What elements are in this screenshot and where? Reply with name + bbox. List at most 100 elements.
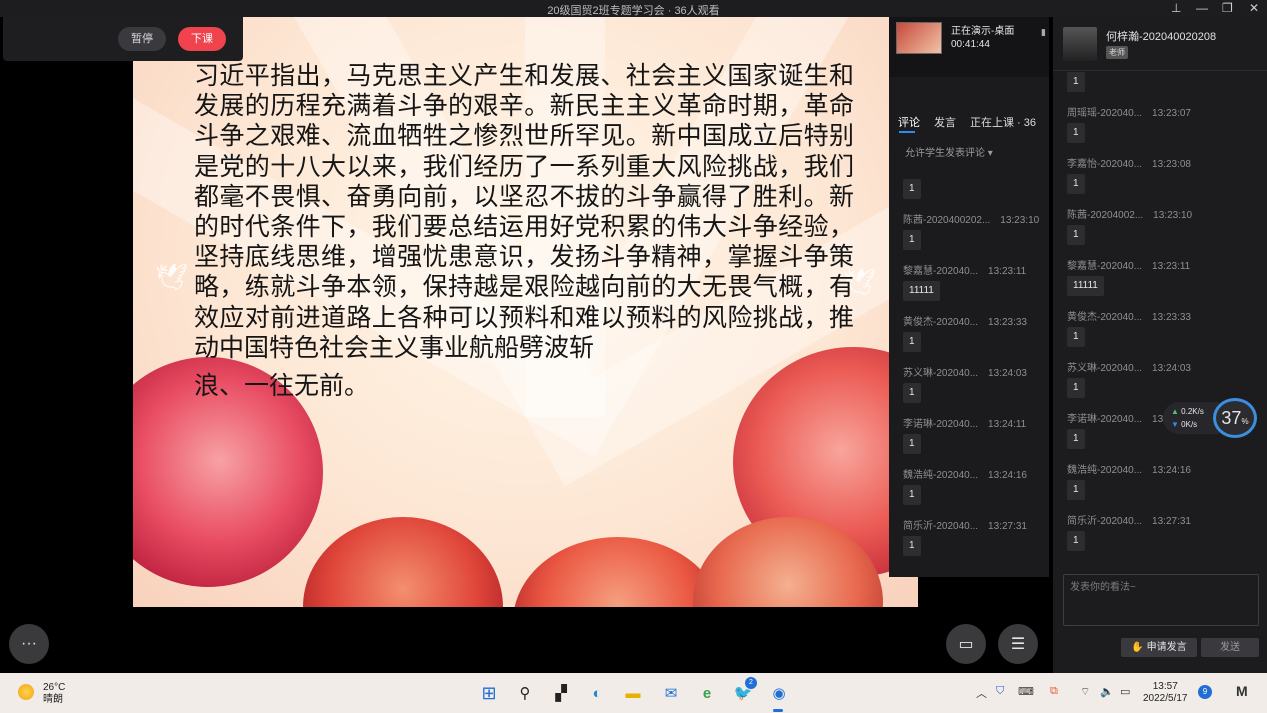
comment-time: 13:23:33 bbox=[988, 317, 1027, 328]
comment-time: 13:24:16 bbox=[988, 470, 1027, 481]
chevron-up-icon[interactable]: ︿ bbox=[976, 685, 987, 701]
file-explorer-icon[interactable]: ▬ bbox=[622, 682, 644, 704]
comment-author: 黎嘉慧-202040... bbox=[903, 266, 979, 277]
chat-author: 李嘉怡-202040... bbox=[1067, 159, 1143, 170]
class-control-bar: 暂停 下课 bbox=[3, 17, 243, 61]
restore-icon[interactable]: ❐ bbox=[1222, 1, 1233, 15]
desktop-thumbnail[interactable] bbox=[896, 22, 942, 54]
weather-condition: 晴朗 bbox=[43, 694, 63, 705]
raise-hand-button[interactable]: ✋ 申请发言 bbox=[1121, 638, 1197, 657]
more-options-button[interactable]: ··· bbox=[9, 624, 49, 664]
comment-message: 1 bbox=[903, 179, 921, 199]
download-arrow-icon: ▼ bbox=[1171, 420, 1179, 429]
teacher-badge: 老师 bbox=[1106, 46, 1128, 59]
upload-arrow-icon: ▲ bbox=[1171, 407, 1179, 416]
comment-message: 1 bbox=[903, 434, 921, 454]
close-icon[interactable]: ✕ bbox=[1249, 1, 1259, 15]
pause-button[interactable]: 暂停 bbox=[118, 27, 166, 51]
presentation-slide: 🕊 🕊 习近平指出，马克思主义产生和发展、社会主义国家诞生和发展的历程充满着斗争… bbox=[133, 17, 918, 607]
mail-icon[interactable]: ✉ bbox=[660, 682, 682, 704]
end-class-button[interactable]: 下课 bbox=[178, 27, 226, 51]
app-tray-icon[interactable]: ⧉ bbox=[1050, 685, 1058, 698]
allow-comments-dropdown[interactable]: 允许学生发表评论 ▾ bbox=[905, 144, 993, 159]
weather-widget[interactable]: 26°C 晴朗 bbox=[43, 682, 65, 706]
presenting-label: 正在演示-桌面 00:41:44 bbox=[951, 25, 1014, 51]
app-root: 20级国贸2班专题学习会 · 36人观看 ⊥ — ❐ ✕ 🕊 🕊 习近平指出，马… bbox=[0, 0, 1267, 713]
comment-author: 李诺琳-202040... bbox=[903, 419, 979, 430]
chat-message: 1 bbox=[1067, 531, 1085, 551]
view-settings-button[interactable]: ☰ bbox=[998, 624, 1038, 664]
chat-header: 苏义琳-202040... 13:24:03 bbox=[1067, 359, 1191, 374]
percent-sign: % bbox=[1241, 417, 1249, 426]
slide-paragraph: 习近平指出，马克思主义产生和发展、社会主义国家诞生和发展的历程充满着斗争的艰辛。… bbox=[194, 61, 854, 362]
teacher-avatar[interactable] bbox=[1063, 27, 1097, 61]
comment-message: 11111 bbox=[903, 281, 940, 301]
notification-badge[interactable]: 9 bbox=[1198, 685, 1212, 699]
system-clock[interactable]: 13:57 2022/5/17 bbox=[1143, 681, 1188, 705]
tab-comments[interactable]: 评论 bbox=[898, 114, 920, 130]
chat-author: 简乐沂-202040... bbox=[1067, 516, 1143, 527]
flower-bottom-left bbox=[303, 517, 503, 607]
windows-start-icon[interactable]: ⊞ bbox=[478, 682, 500, 704]
chat-header: 陈茜-20204002... 13:23:10 bbox=[1067, 206, 1192, 221]
battery-icon[interactable]: ▭ bbox=[1120, 685, 1130, 698]
chat-time: 13:23:07 bbox=[1152, 108, 1191, 119]
chat-header: 周瑶瑶-202040... 13:23:07 bbox=[1067, 104, 1191, 119]
flower-bottom-center bbox=[513, 537, 723, 607]
slide-text: 习近平指出，马克思主义产生和发展、社会主义国家诞生和发展的历程充满着斗争的艰辛。… bbox=[194, 61, 854, 401]
usage-percent: 37 bbox=[1221, 408, 1242, 428]
search-icon[interactable]: ⚲ bbox=[514, 682, 536, 704]
comment-time: 13:23:10 bbox=[1000, 215, 1040, 226]
edge-browser-icon[interactable]: ◐ bbox=[586, 682, 608, 704]
pin-icon[interactable]: ⊥ bbox=[1171, 1, 1181, 15]
chat-feed[interactable]: 1 周瑶瑶-202040... 13:23:07 1 李嘉怡-202040... 1… bbox=[1053, 71, 1267, 571]
raise-hand-label: 申请发言 bbox=[1146, 642, 1187, 653]
comment-header: 苏义琳-202040... 13:24:03 bbox=[903, 364, 1027, 379]
comment-author: 陈茜-2020400202... bbox=[903, 215, 991, 226]
wifi-icon[interactable]: ⌔ bbox=[1080, 685, 1090, 699]
chat-message: 1 bbox=[1067, 480, 1085, 500]
chat-message: 1 bbox=[1067, 174, 1085, 194]
network-speed-widget[interactable]: ▲ 0.2K/s ▼ 0K/s 37% bbox=[1163, 398, 1261, 438]
chat-time: 13:23:08 bbox=[1152, 159, 1191, 170]
volume-icon[interactable]: 🔈 bbox=[1100, 685, 1114, 698]
comment-author: 苏义琳-202040... bbox=[903, 368, 979, 379]
comment-message: 1 bbox=[903, 536, 921, 556]
comment-feed[interactable]: 1 陈茜-2020400202... 13:23:10 1 黎嘉慧-202040.… bbox=[889, 167, 1049, 577]
chat-header: 李嘉怡-202040... 13:23:08 bbox=[1067, 155, 1191, 170]
upload-speed: 0.2 bbox=[1181, 407, 1193, 416]
chat-author: 苏义琳-202040... bbox=[1067, 363, 1143, 374]
tab-speech[interactable]: 发言 bbox=[934, 114, 956, 130]
chat-time: 13 bbox=[1152, 414, 1164, 425]
logo-icon[interactable]: M bbox=[1236, 683, 1248, 699]
shield-icon[interactable]: ⛉ bbox=[996, 685, 1004, 698]
weather-sun-icon[interactable] bbox=[18, 684, 34, 700]
window-mode-button[interactable]: ▭ bbox=[946, 624, 986, 664]
chat-time: 13:27:31 bbox=[1152, 516, 1191, 527]
speed-readout: ▲ 0.2K/s ▼ 0K/s bbox=[1163, 402, 1219, 434]
chat-author: 李诺琳-202040... bbox=[1067, 414, 1143, 425]
classroom-app-icon[interactable]: ◉ bbox=[768, 682, 790, 704]
dove-icon: 🕊 bbox=[155, 262, 189, 292]
comment-message: 1 bbox=[903, 485, 921, 505]
chat-author: 魏浩纯-202040... bbox=[1067, 465, 1143, 476]
send-button[interactable]: 发送 bbox=[1201, 638, 1259, 657]
comment-time: 13:23:11 bbox=[988, 266, 1027, 277]
chat-time: 13:23:11 bbox=[1152, 261, 1191, 272]
chat-message: 1 bbox=[1067, 72, 1085, 92]
chat-message: 11111 bbox=[1067, 276, 1104, 296]
minimize-icon[interactable]: — bbox=[1196, 1, 1208, 15]
comment-input[interactable] bbox=[1064, 575, 1258, 625]
window-title: 20级国贸2班专题学习会 · 36人观看 bbox=[547, 5, 720, 17]
hand-icon: ✋ bbox=[1131, 642, 1144, 653]
comment-time: 13:24:11 bbox=[988, 419, 1027, 430]
tab-in-class[interactable]: 正在上课 · 36 bbox=[970, 114, 1036, 130]
presenting-status: 正在演示-桌面 00:41:44 ▮ bbox=[889, 17, 1049, 77]
chat-message: 1 bbox=[1067, 123, 1085, 143]
chevron-down-icon: ▾ bbox=[987, 148, 993, 159]
speed-unit: K/s bbox=[1185, 420, 1198, 429]
internet-explorer-icon[interactable]: e bbox=[696, 682, 718, 704]
task-view-icon[interactable]: ▞ bbox=[550, 682, 572, 704]
chat-header: 魏浩纯-202040... 13:24:16 bbox=[1067, 461, 1191, 476]
input-method-icon[interactable]: ⌨ bbox=[1018, 685, 1034, 698]
